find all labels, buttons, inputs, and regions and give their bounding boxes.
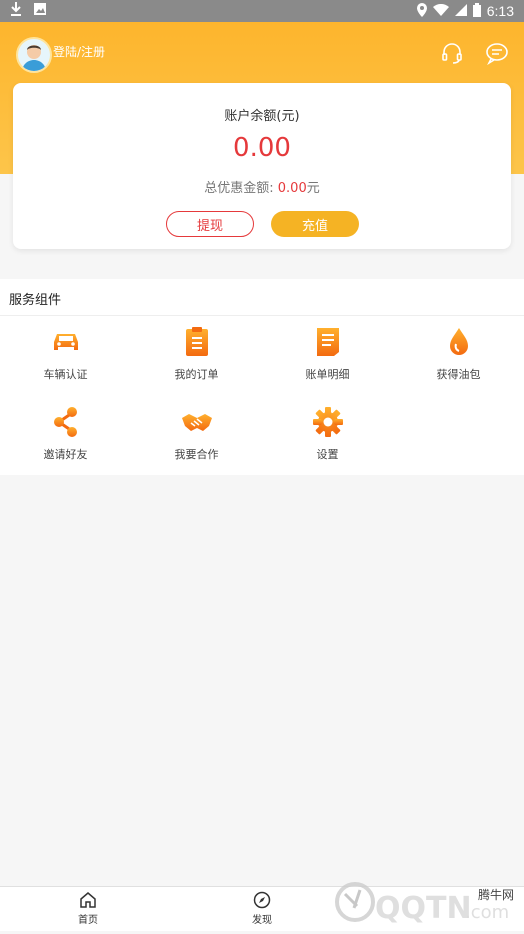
services-title: 服务组件 (9, 293, 62, 308)
watermark: QQTN .com 腾牛网 (315, 872, 524, 930)
bill-icon (316, 328, 339, 356)
tab-label: 发现 (252, 915, 272, 926)
discount-label: 总优惠金额: (204, 181, 278, 196)
discount-unit: 元 (306, 181, 320, 196)
signal-icon (454, 3, 467, 19)
service-vehicle-certification[interactable]: 车辆认证 (0, 326, 131, 396)
home-icon (80, 892, 96, 908)
watermark-text: 腾牛网 (477, 888, 514, 902)
service-label: 车辆认证 (43, 368, 88, 381)
handshake-icon (181, 414, 212, 431)
oil-drop-icon (449, 328, 468, 355)
avatar[interactable] (16, 37, 52, 73)
car-icon (53, 334, 78, 350)
tab-label: 首页 (78, 915, 98, 926)
tab-discover[interactable]: 发现 (232, 891, 292, 926)
service-settings[interactable]: 设置 (262, 406, 393, 476)
download-icon (10, 2, 22, 20)
clipboard-icon (185, 327, 208, 356)
balance-amount: 0.00 (233, 133, 291, 163)
withdraw-button[interactable]: 提现 (166, 211, 254, 237)
tab-home[interactable]: 首页 (58, 891, 118, 926)
service-invite-friends[interactable]: 邀请好友 (0, 406, 131, 476)
compass-icon (253, 891, 271, 909)
svg-text:QQTN: QQTN (375, 891, 472, 926)
divider (0, 315, 524, 316)
wifi-icon (432, 3, 449, 19)
service-my-orders[interactable]: 我的订单 (131, 326, 262, 396)
battery-icon (472, 2, 481, 20)
recharge-button[interactable]: 充值 (271, 211, 359, 237)
service-label: 获得油包 (436, 368, 481, 381)
service-bill-details[interactable]: 账单明细 (262, 326, 393, 396)
gear-icon (312, 407, 343, 437)
discount-value: 0.00 (277, 181, 307, 196)
service-label: 我的订单 (174, 368, 219, 381)
login-register-link[interactable]: 登陆/注册 (53, 43, 105, 60)
service-label: 账单明细 (305, 368, 350, 381)
service-label: 我要合作 (174, 448, 219, 461)
discount-total: 总优惠金额: 0.00元 (13, 177, 511, 196)
service-label: 邀请好友 (43, 448, 88, 461)
services-section: 服务组件 车辆认证 我的订单 账单明细 获得油包 邀请好友 我要合作 设置 (0, 279, 524, 475)
status-bar: 6:13 (0, 0, 524, 22)
customer-service-icon[interactable] (440, 41, 464, 65)
service-cooperation[interactable]: 我要合作 (131, 406, 262, 476)
status-time: 6:13 (486, 3, 514, 19)
message-icon[interactable] (485, 41, 509, 66)
service-get-oil-pack[interactable]: 获得油包 (393, 326, 524, 396)
balance-title: 账户余额(元) (224, 109, 300, 124)
svg-text:.com: .com (465, 902, 509, 923)
location-icon (416, 2, 427, 20)
balance-card: 账户余额(元) 0.00 总优惠金额: 0.00元 提现 充值 (13, 83, 511, 249)
image-notification-icon (34, 3, 46, 19)
service-label: 设置 (316, 448, 339, 461)
share-icon (53, 407, 77, 437)
